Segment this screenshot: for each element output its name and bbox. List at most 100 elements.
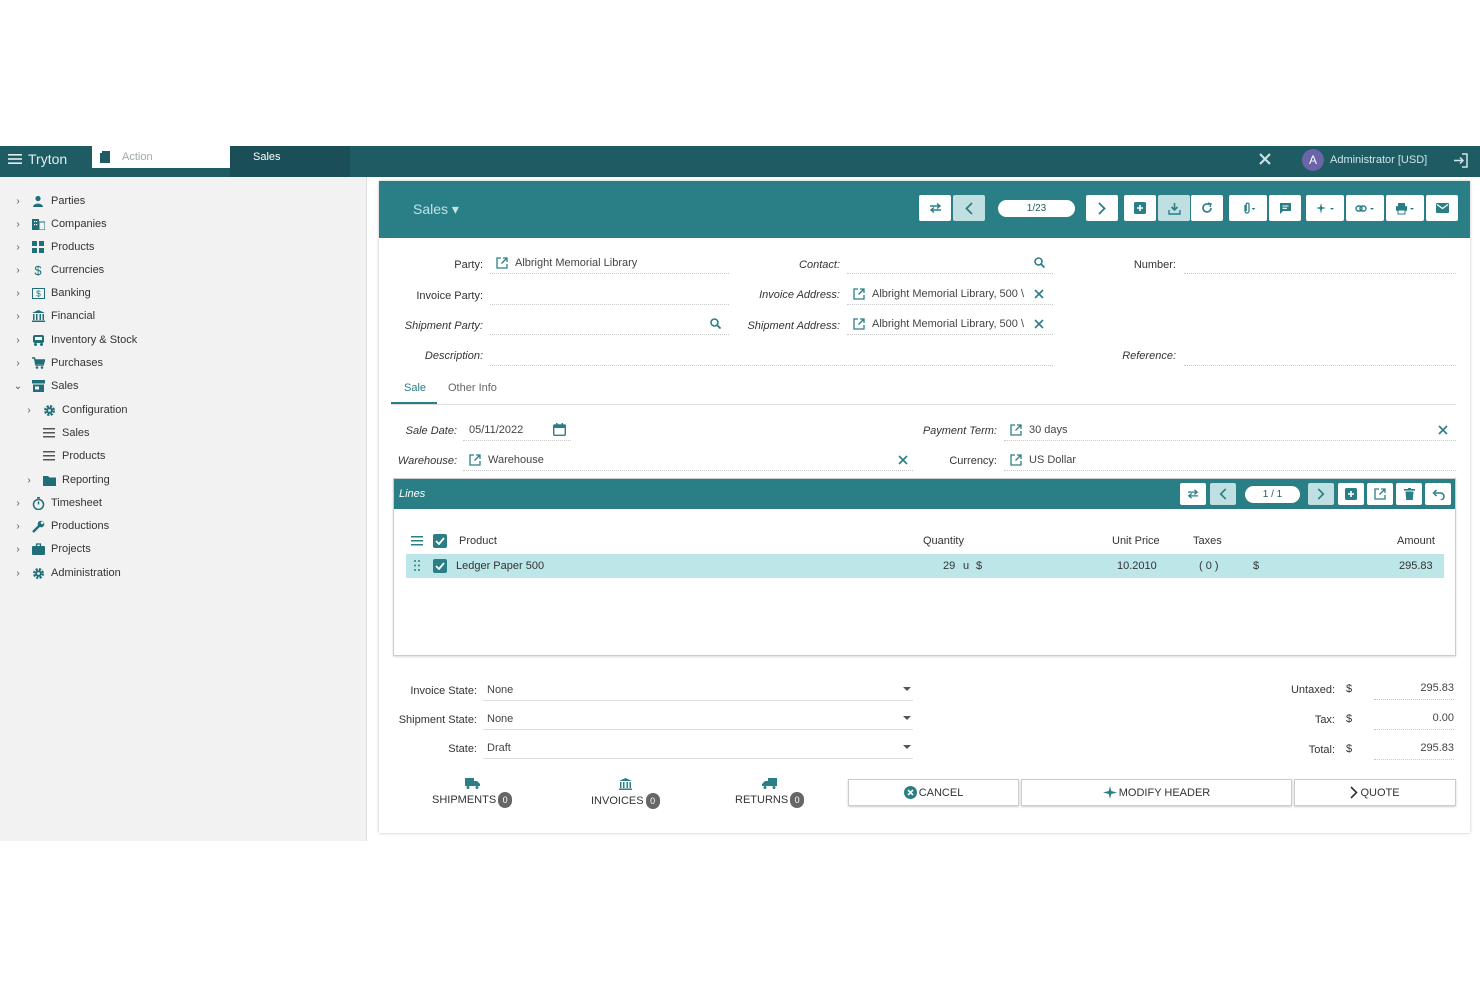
chevron-right-icon[interactable]: › [13, 265, 23, 276]
tab-other-info[interactable]: Other Info [448, 382, 497, 394]
reload-button[interactable] [1191, 195, 1223, 221]
form-title-dropdown[interactable]: Sales ▾ [413, 201, 459, 218]
column-quantity[interactable]: Quantity [923, 535, 964, 547]
tab-sales[interactable]: Sales [230, 146, 350, 177]
invoices-button[interactable]: INVOICES 0 [591, 778, 660, 809]
party-field[interactable]: Albright Memorial Library [490, 252, 729, 274]
payment-term-field[interactable]: 30 days [1004, 419, 1456, 441]
shipment-party-field[interactable] [490, 313, 729, 335]
select-all-checkbox[interactable] [433, 534, 447, 548]
chevron-right-icon[interactable]: › [13, 568, 23, 579]
calendar-icon[interactable] [553, 423, 566, 436]
hamburger-menu-icon[interactable] [8, 153, 22, 165]
chevron-right-icon[interactable]: › [13, 242, 23, 253]
column-product[interactable]: Product [459, 535, 497, 547]
column-taxes[interactable]: Taxes [1193, 535, 1222, 547]
modify-header-button[interactable]: MODIFY HEADER [1021, 779, 1292, 806]
app-brand[interactable]: Tryton [8, 151, 67, 167]
sidebar-item-products-list[interactable]: Products [24, 445, 105, 467]
action-button[interactable] [1306, 195, 1344, 221]
chevron-right-icon[interactable]: › [13, 544, 23, 555]
record-pager[interactable]: 1/23 [998, 200, 1075, 217]
next-record-button[interactable] [1086, 195, 1118, 221]
chevron-down-icon[interactable]: ⌄ [13, 381, 23, 392]
invoice-state-select[interactable]: None [483, 679, 913, 701]
shipments-button[interactable]: SHIPMENTS 0 [432, 778, 513, 808]
invoice-address-field[interactable]: Albright Memorial Library, 500 \ [847, 283, 1053, 305]
chevron-right-icon[interactable]: › [13, 196, 23, 207]
column-unit-price[interactable]: Unit Price [1112, 535, 1160, 547]
search-icon[interactable] [710, 318, 721, 329]
sidebar-item-inventory-stock[interactable]: › Inventory & Stock [13, 329, 137, 351]
lines-undo-button[interactable] [1425, 483, 1451, 505]
close-tab-icon[interactable] [1258, 152, 1272, 166]
tab-sale[interactable]: Sale [404, 382, 426, 394]
column-menu-icon[interactable] [411, 536, 423, 546]
chevron-right-icon[interactable]: › [24, 475, 34, 486]
clear-icon[interactable] [1438, 424, 1448, 435]
lines-next-button[interactable] [1308, 483, 1334, 505]
logout-icon[interactable] [1453, 153, 1468, 168]
sidebar-item-timesheet[interactable]: › Timesheet [13, 492, 102, 514]
sidebar-item-administration[interactable]: › Administration [13, 562, 120, 584]
email-button[interactable] [1426, 195, 1458, 221]
sidebar-item-parties[interactable]: › Parties [13, 190, 85, 212]
open-record-icon[interactable] [853, 317, 865, 330]
save-button[interactable] [1158, 195, 1190, 221]
sidebar-item-companies[interactable]: › Companies [13, 213, 107, 235]
number-field[interactable] [1184, 252, 1456, 274]
lines-previous-button[interactable] [1210, 483, 1236, 505]
sidebar-item-banking[interactable]: › $ Banking [13, 282, 90, 304]
chevron-right-icon[interactable]: › [13, 498, 23, 509]
clear-icon[interactable] [1034, 318, 1044, 329]
previous-record-button[interactable] [953, 195, 985, 221]
switch-view-button[interactable] [919, 195, 951, 221]
chevron-right-icon[interactable]: › [13, 335, 23, 346]
chevron-right-icon[interactable]: › [13, 219, 23, 230]
open-record-icon[interactable] [1010, 453, 1022, 466]
lines-new-button[interactable] [1338, 483, 1364, 505]
state-select[interactable]: Draft [483, 737, 913, 759]
open-record-icon[interactable] [496, 256, 508, 269]
quote-button[interactable]: QUOTE [1294, 779, 1456, 806]
sidebar-item-reporting[interactable]: › Reporting [24, 469, 109, 491]
sidebar-item-currencies[interactable]: › $ Currencies [13, 259, 104, 281]
sidebar-item-productions[interactable]: › Productions [13, 515, 109, 537]
open-record-icon[interactable] [853, 287, 865, 300]
table-row[interactable]: Ledger Paper 500 29 u $ 10.2010 ( 0 ) $ … [406, 554, 1444, 578]
relate-button[interactable] [1346, 195, 1384, 221]
currency-field[interactable]: US Dollar [1004, 449, 1456, 471]
warehouse-field[interactable]: Warehouse [463, 449, 913, 471]
action-search-input[interactable]: Action [92, 146, 230, 168]
chevron-right-icon[interactable]: › [24, 405, 34, 416]
open-record-icon[interactable] [1010, 423, 1022, 436]
column-amount[interactable]: Amount [1397, 535, 1435, 547]
chevron-right-icon[interactable]: › [13, 521, 23, 532]
sidebar-item-projects[interactable]: › Projects [13, 538, 91, 560]
returns-button[interactable]: RETURNS 0 [735, 778, 805, 808]
sidebar-item-financial[interactable]: › Financial [13, 305, 95, 327]
drag-handle-icon[interactable] [414, 560, 420, 571]
shipment-state-select[interactable]: None [483, 708, 913, 730]
chevron-right-icon[interactable]: › [13, 311, 23, 322]
clear-icon[interactable] [1034, 288, 1044, 299]
row-product[interactable]: Ledger Paper 500 [456, 560, 544, 572]
contact-field[interactable] [847, 252, 1053, 274]
sidebar-item-sales[interactable]: ⌄ Sales [13, 375, 79, 397]
invoice-party-field[interactable] [490, 283, 729, 305]
lines-switch-view-button[interactable] [1180, 483, 1206, 505]
reference-field[interactable] [1184, 344, 1456, 366]
lines-delete-button[interactable] [1396, 483, 1422, 505]
lines-open-button[interactable] [1367, 483, 1393, 505]
cancel-button[interactable]: CANCEL [848, 779, 1019, 806]
sidebar-item-configuration[interactable]: › Configuration [24, 399, 127, 421]
chevron-right-icon[interactable]: › [13, 358, 23, 369]
sidebar-item-purchases[interactable]: › Purchases [13, 352, 103, 374]
user-menu[interactable]: A Administrator [USD] [1302, 149, 1427, 171]
sale-date-field[interactable]: 05/11/2022 [463, 419, 571, 441]
sidebar-item-sales-list[interactable]: Sales [24, 422, 90, 444]
search-icon[interactable] [1034, 257, 1045, 268]
row-taxes[interactable]: ( 0 ) [1199, 560, 1219, 572]
sidebar-item-products[interactable]: › Products [13, 236, 94, 258]
attachment-button[interactable] [1229, 195, 1267, 221]
